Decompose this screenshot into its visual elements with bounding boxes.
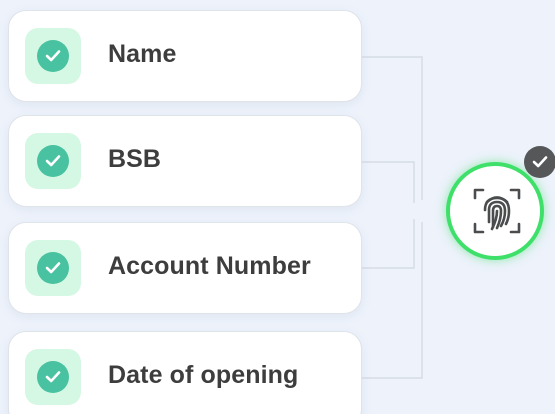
check-tile — [25, 133, 81, 189]
check-icon — [37, 361, 69, 393]
field-label: Name — [108, 40, 177, 68]
check-icon — [37, 145, 69, 177]
verified-check-icon — [524, 146, 555, 178]
check-tile — [25, 240, 81, 296]
field-label: BSB — [108, 145, 162, 173]
check-tile — [25, 349, 81, 405]
field-card-name: Name — [8, 10, 362, 102]
scanner-ring — [446, 162, 544, 260]
check-tile — [25, 28, 81, 84]
check-icon — [37, 40, 69, 72]
field-card-account-number: Account Number — [8, 222, 362, 314]
field-card-date-of-opening: Date of opening — [8, 331, 362, 414]
field-label: Account Number — [108, 252, 311, 280]
check-icon — [37, 252, 69, 284]
field-label: Date of opening — [108, 361, 299, 389]
verification-panel: Name BSB Account Number Date of opening — [0, 0, 555, 414]
fingerprint-icon — [473, 188, 521, 234]
field-card-bsb: BSB — [8, 115, 362, 207]
